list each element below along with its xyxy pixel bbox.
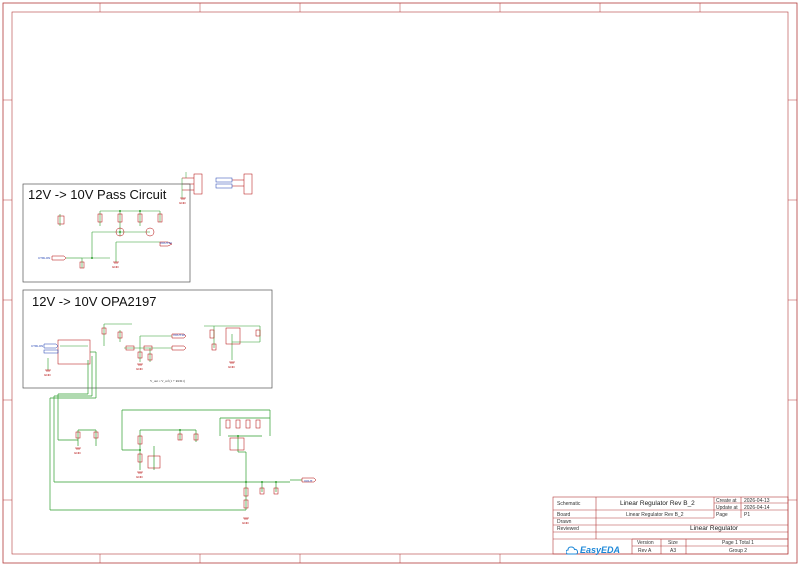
tb-update-value: 2026-04-14 [744,505,770,511]
tb-page-label: Page [716,512,728,518]
schematic-sheet: V_out = V_ref (1 + R2/R1) [2,2,798,564]
gnd-label-8: GND [242,521,249,525]
net-label-ctrl: CTRLON [38,256,51,260]
net-label-vout12: VOUT12 [160,241,172,245]
gnd-label-6: GND [136,475,143,479]
lower-circuit-wires [49,351,302,511]
tb-size-value: A3 [670,548,677,554]
tb-page-value: P1 [744,512,751,518]
opa-netflags [43,343,59,354]
border-ticks [3,3,797,563]
ground-symbols [45,197,249,520]
tb-board-value: Linear Regulator Rev B_2 [626,512,684,518]
easyeda-logo-text: EasyEDA [580,545,621,555]
tb-version-label: Version [637,540,654,546]
pass-circuit-wires [59,210,161,268]
opa-wires [47,323,261,370]
opa-circuit-title: 12V -> 10V OPA2197 [32,294,157,309]
sheet-inner-border [11,11,789,555]
tb-group: Group 2 [729,548,748,554]
net-label-vout10: VOUT10 [173,333,185,337]
tb-version-value: Rev A [638,548,652,554]
gnd-label-1: GND [179,201,186,205]
tb-reviewed-label: Reviewed [557,526,579,532]
gnd-label-3: GND [44,373,51,377]
gnd-label-2: GND [112,265,119,269]
net-label-vout: VOUT [304,479,313,483]
tb-update-label: Update at [716,505,738,511]
opa-parts[interactable] [57,327,261,365]
tb-drawn-label: Drawn [557,519,572,525]
tb-page-total: Page 1 Total 1 [722,540,754,546]
gnd-label-4: GND [136,367,143,371]
j1-wires [181,172,187,198]
tb-schematic-value: Linear Regulator Rev B_2 [620,500,695,507]
tb-board-label: Board [557,512,571,518]
connector-j2[interactable] [232,173,253,195]
net-label-ctrl-opa: CTRLON [31,344,44,348]
tb-title: Linear Regulator [690,525,739,532]
tb-size-label: Size [668,540,678,546]
gnd-label-5: GND [74,451,81,455]
tb-create-value: 2026-04-13 [744,498,770,504]
tb-schematic-label: Schematic [557,501,581,507]
pass-circuit-title: 12V -> 10V Pass Circuit [28,187,167,202]
j2-netflags [215,177,233,189]
cloud-icon [566,545,578,554]
tb-create-label: Create at [716,498,737,504]
sheet-border [2,2,798,564]
pass-circuit-parts[interactable] [51,213,173,269]
gnd-label-7: GND [228,365,235,369]
easyeda-logo: EasyEDA [566,545,620,555]
opa-formula: V_out = V_ref (1 + R2/R1) [150,379,185,383]
